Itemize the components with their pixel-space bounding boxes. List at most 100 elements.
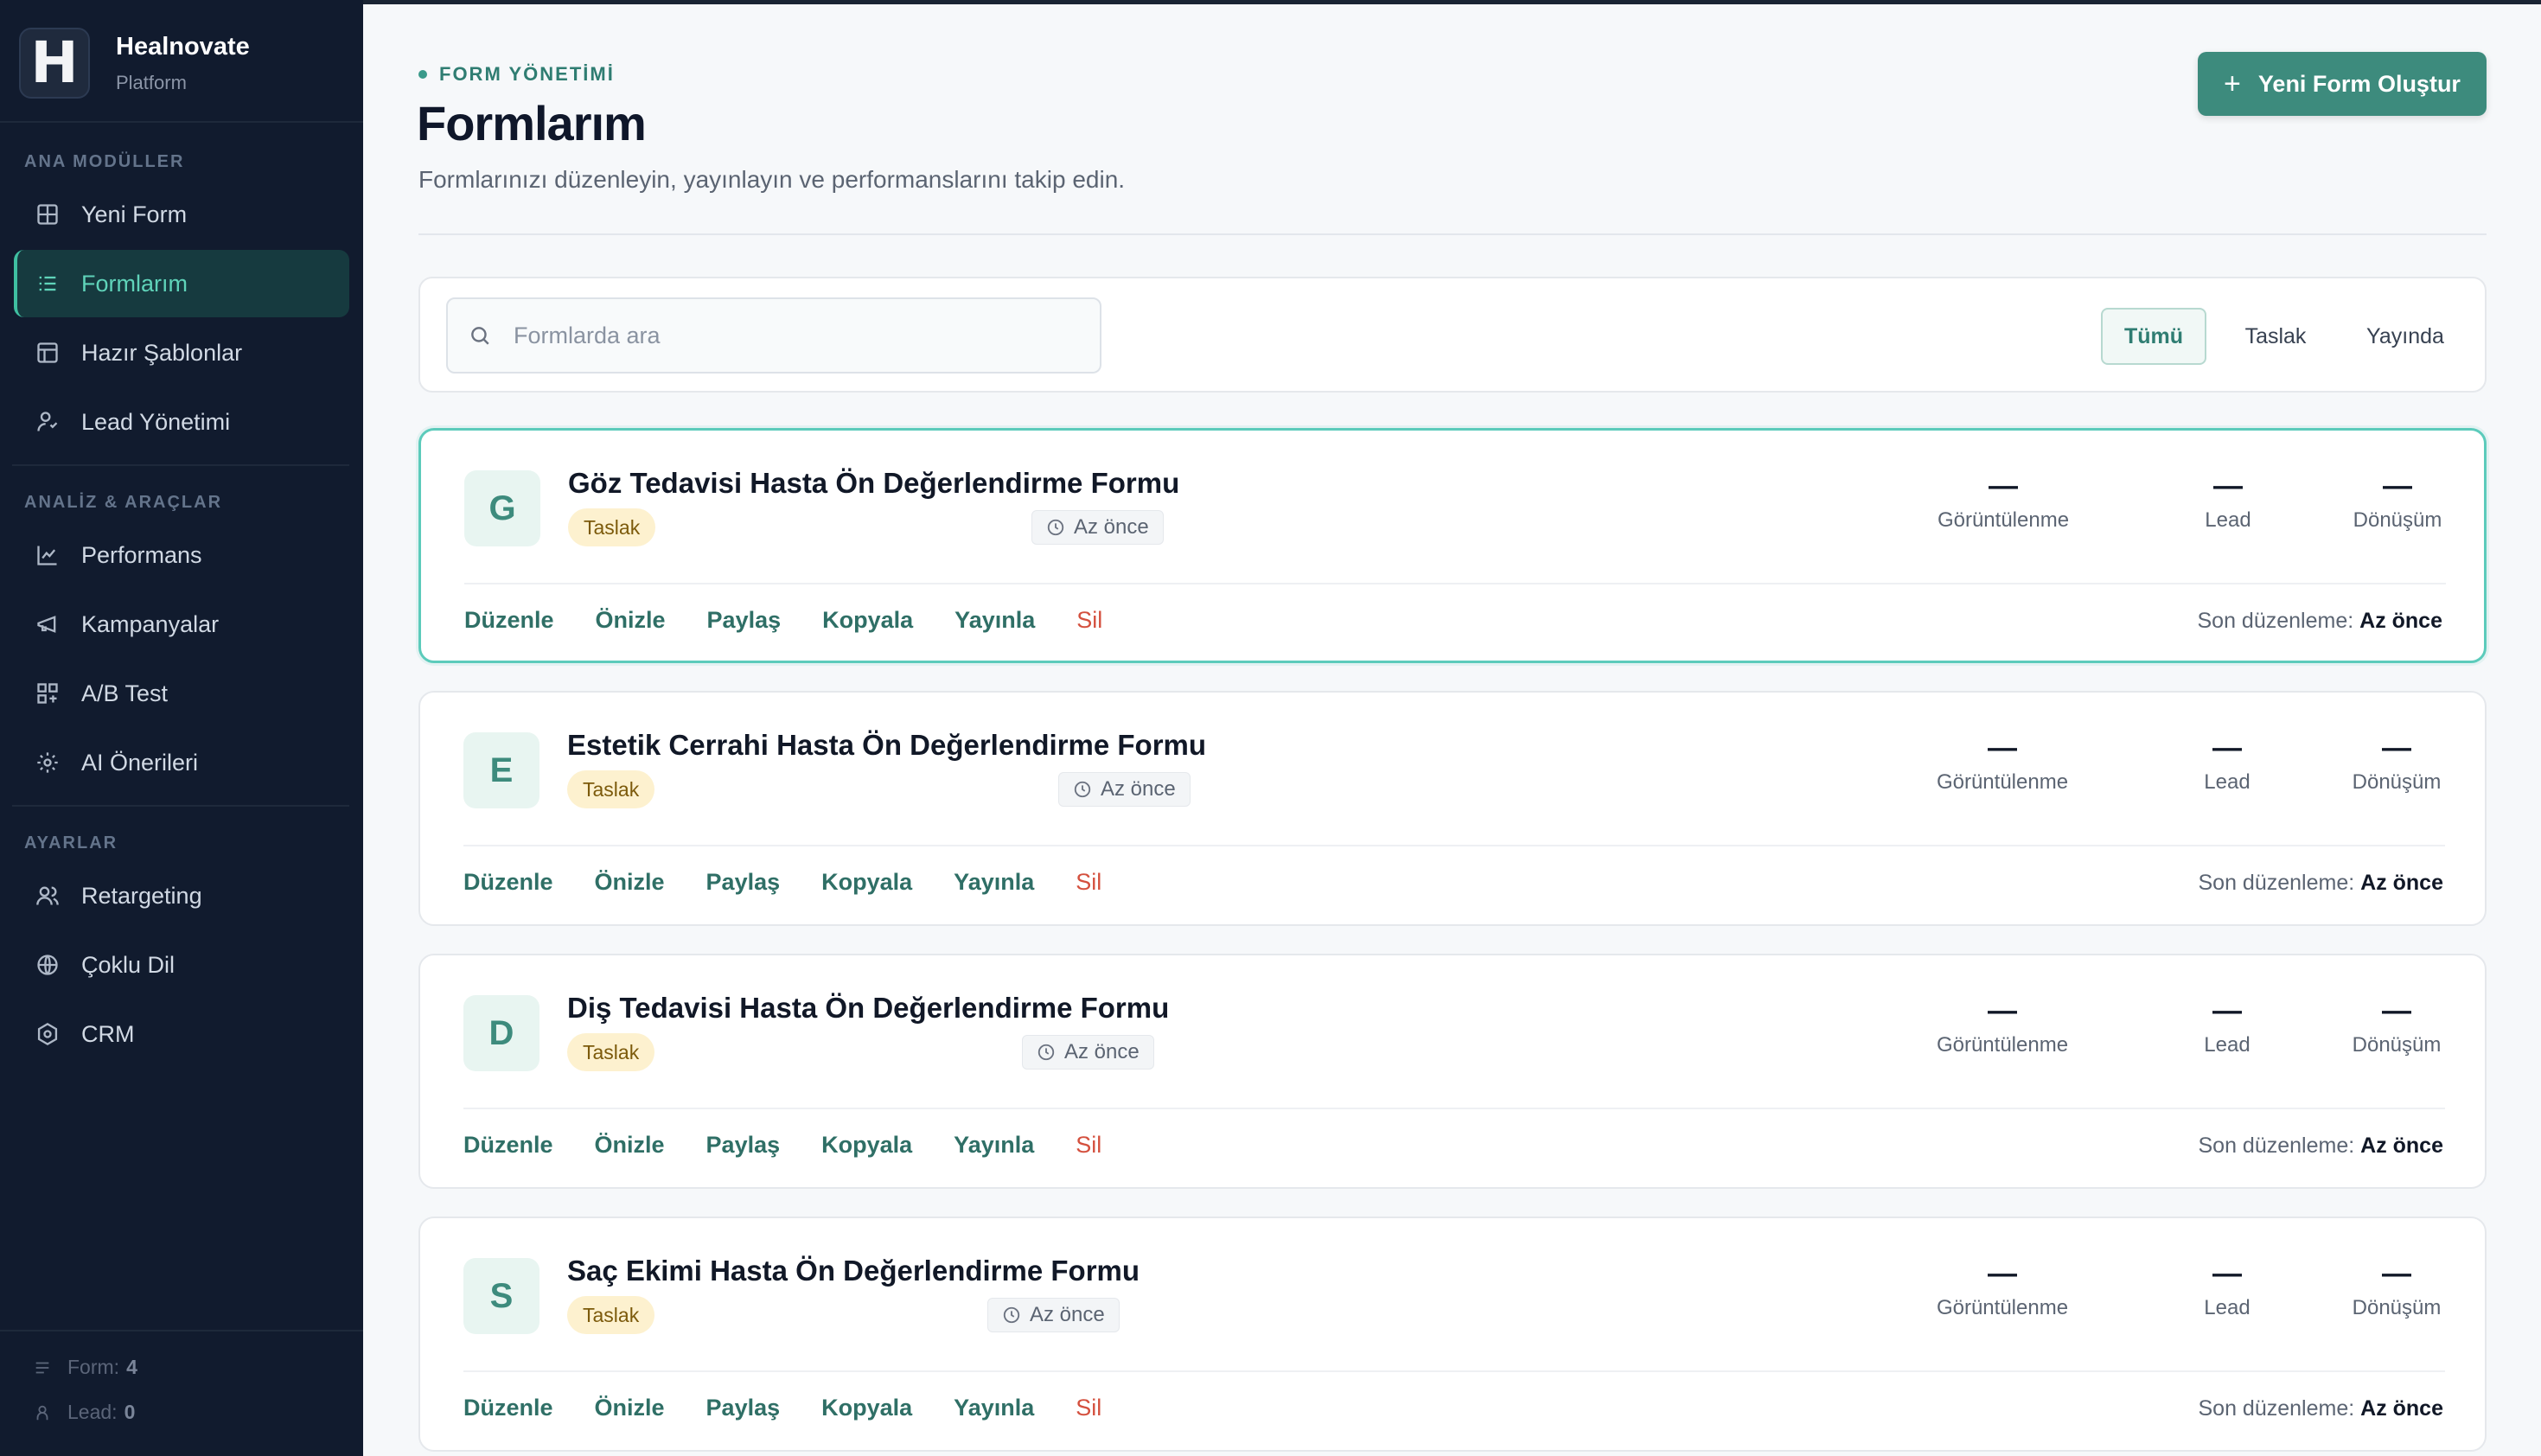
form-title[interactable]: Estetik Cerrahi Hasta Ön Değerlendirme F… <box>567 729 1206 762</box>
sidebar-item-crm[interactable]: CRM <box>14 1000 349 1068</box>
grid-icon <box>35 201 61 227</box>
form-avatar: E <box>463 732 539 808</box>
search-box[interactable] <box>446 297 1101 374</box>
copy-button[interactable]: Kopyala <box>821 1395 912 1421</box>
stat-label: Görüntülenme <box>1937 508 2070 532</box>
footer-lead-label: Lead: <box>67 1401 118 1423</box>
card-divider <box>463 845 2445 846</box>
clock-icon <box>1003 1306 1020 1324</box>
page-eyebrow: FORM YÖNETİMİ <box>418 63 615 86</box>
sidebar-item-new-form[interactable]: Yeni Form <box>14 181 349 248</box>
form-card[interactable]: G Göz Tedavisi Hasta Ön Değerlendirme Fo… <box>418 428 2487 663</box>
footer-lead-count: Lead: 0 <box>33 1401 135 1424</box>
filter-tab-all[interactable]: Tümü <box>2101 308 2206 365</box>
stat-views: — Görüntülenme <box>1925 731 2080 795</box>
publish-button[interactable]: Yayınla <box>954 869 1034 896</box>
form-avatar: S <box>463 1258 539 1334</box>
sidebar-item-label: Performans <box>81 541 202 568</box>
edit-button[interactable]: Düzenle <box>463 869 553 896</box>
sidebar-item-label: Yeni Form <box>81 201 188 227</box>
preview-button[interactable]: Önizle <box>596 607 666 634</box>
delete-button[interactable]: Sil <box>1076 607 1102 634</box>
preview-button[interactable]: Önizle <box>595 1132 665 1159</box>
sidebar-item-campaigns[interactable]: Kampanyalar <box>14 591 349 658</box>
last-edit-label: Son düzenleme: <box>2198 871 2355 895</box>
stat-label: Görüntülenme <box>1936 1033 2069 1057</box>
share-button[interactable]: Paylaş <box>706 869 781 896</box>
preview-button[interactable]: Önizle <box>595 1395 665 1421</box>
brand[interactable]: H Healnovate Platform <box>19 28 250 99</box>
sidebar-item-ai-suggestions[interactable]: AI Önerileri <box>14 729 349 796</box>
list-icon <box>35 271 61 297</box>
brand-name: Healnovate <box>116 32 250 61</box>
sidebar-item-label: Formlarım <box>81 270 188 297</box>
sidebar-item-multi-language[interactable]: Çoklu Dil <box>14 931 349 999</box>
stat-value: — <box>2382 731 2411 764</box>
section-label-main: ANA MODÜLLER <box>24 152 185 171</box>
stat-leads: — Lead <box>2184 731 2270 795</box>
publish-button[interactable]: Yayınla <box>954 607 1035 634</box>
delete-button[interactable]: Sil <box>1076 869 1101 896</box>
sidebar-item-lead-management[interactable]: Lead Yönetimi <box>14 388 349 456</box>
filter-tab-draft[interactable]: Taslak <box>2222 308 2329 365</box>
stat-conversion: — Dönüşüm <box>2345 993 2448 1057</box>
edit-button[interactable]: Düzenle <box>463 1395 553 1421</box>
list-icon <box>35 1362 49 1373</box>
eyebrow-text: FORM YÖNETİMİ <box>439 63 615 85</box>
status-badge: Taslak <box>567 770 655 808</box>
form-card[interactable]: E Estetik Cerrahi Hasta Ön Değerlendirme… <box>418 691 2487 926</box>
form-title[interactable]: Saç Ekimi Hasta Ön Değerlendirme Formu <box>567 1255 1140 1287</box>
share-button[interactable]: Paylaş <box>706 1395 781 1421</box>
form-avatar: G <box>464 470 540 546</box>
publish-button[interactable]: Yayınla <box>954 1132 1034 1159</box>
preview-button[interactable]: Önizle <box>595 869 665 896</box>
edit-button[interactable]: Düzenle <box>464 607 554 634</box>
form-title[interactable]: Göz Tedavisi Hasta Ön Değerlendirme Form… <box>568 467 1179 500</box>
last-edit: Son düzenleme: Az önce <box>2198 609 2443 634</box>
filter-tab-published[interactable]: Yayında <box>2345 308 2466 365</box>
card-divider <box>464 583 2446 584</box>
stat-leads: — Lead <box>2184 993 2270 1057</box>
time-chip-text: Az önce <box>1064 1040 1140 1063</box>
sidebar-item-retargeting[interactable]: Retargeting <box>14 862 349 929</box>
delete-button[interactable]: Sil <box>1076 1395 1101 1421</box>
stat-value: — <box>1988 1257 2017 1290</box>
stat-value: — <box>2212 1257 2242 1290</box>
form-card[interactable]: D Diş Tedavisi Hasta Ön Değerlendirme Fo… <box>418 954 2487 1189</box>
card-actions: Düzenle Önizle Paylaş Kopyala Yayınla Si… <box>463 1132 1143 1159</box>
stat-value: — <box>1989 469 2018 502</box>
stat-value: — <box>2382 994 2411 1027</box>
share-button[interactable]: Paylaş <box>707 607 782 634</box>
new-form-button[interactable]: + Yeni Form Oluştur <box>2198 52 2487 116</box>
edit-button[interactable]: Düzenle <box>463 1132 553 1159</box>
sidebar-item-templates[interactable]: Hazır Şablonlar <box>14 319 349 386</box>
copy-button[interactable]: Kopyala <box>821 869 912 896</box>
sidebar-item-label: AI Önerileri <box>81 749 199 776</box>
footer-form-count: Form: 4 <box>33 1356 137 1379</box>
status-badge: Taslak <box>567 1033 655 1071</box>
stat-value: — <box>1988 994 2017 1027</box>
share-button[interactable]: Paylaş <box>706 1132 781 1159</box>
stat-label: Dönüşüm <box>2352 1033 2442 1057</box>
delete-button[interactable]: Sil <box>1076 1132 1101 1159</box>
form-card[interactable]: S Saç Ekimi Hasta Ön Değerlendirme Formu… <box>418 1217 2487 1452</box>
sidebar-item-my-forms[interactable]: Formlarım <box>14 250 349 317</box>
time-chip-text: Az önce <box>1030 1303 1105 1326</box>
stat-label: Lead <box>2204 770 2251 794</box>
form-title[interactable]: Diş Tedavisi Hasta Ön Değerlendirme Form… <box>567 992 1169 1025</box>
user-icon <box>35 409 61 435</box>
copy-button[interactable]: Kopyala <box>822 607 913 634</box>
stat-views: — Görüntülenme <box>1925 993 2080 1057</box>
stat-label: Lead <box>2204 1033 2251 1057</box>
last-edit: Son düzenleme: Az önce <box>2199 1134 2444 1159</box>
copy-button[interactable]: Kopyala <box>821 1132 912 1159</box>
sidebar-item-performance[interactable]: Performans <box>14 521 349 589</box>
sidebar-item-ab-test[interactable]: A/B Test <box>14 660 349 727</box>
new-form-button-label: Yeni Form Oluştur <box>2257 70 2461 97</box>
user-icon <box>36 1405 48 1420</box>
card-actions: Düzenle Önizle Paylaş Kopyala Yayınla Si… <box>463 1395 1143 1421</box>
publish-button[interactable]: Yayınla <box>954 1395 1034 1421</box>
page-description: Formlarınızı düzenleyin, yayınlayın ve p… <box>418 166 1126 193</box>
clock-icon <box>1037 1044 1055 1061</box>
search-input[interactable] <box>514 322 1084 349</box>
